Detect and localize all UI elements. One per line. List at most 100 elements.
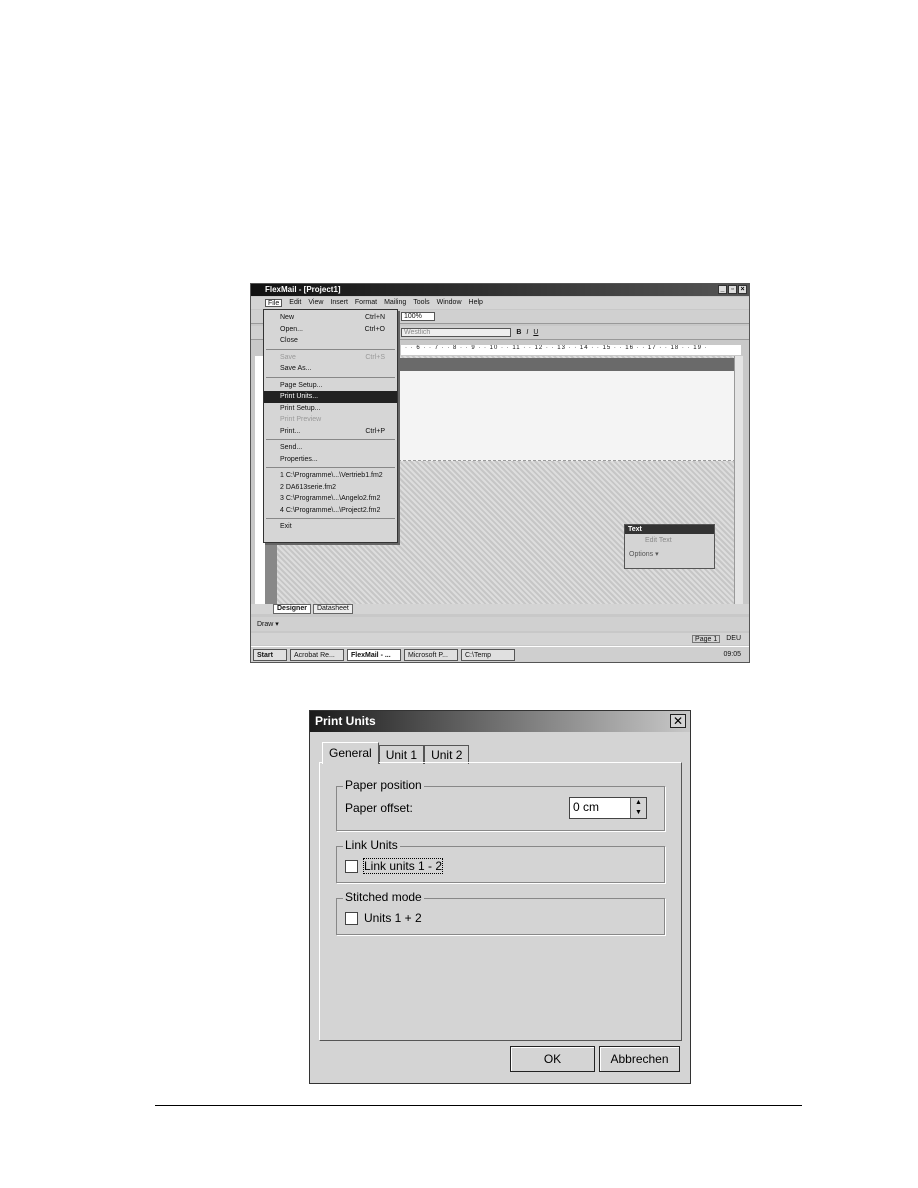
draw-toolbar: Draw ▾ — [251, 617, 749, 631]
minimize-icon[interactable]: _ — [718, 285, 727, 294]
language-indicator: DEU — [726, 635, 741, 642]
cancel-button[interactable]: Abbrechen — [599, 1046, 680, 1072]
link-units-checkbox[interactable]: Link units 1 - 2 — [345, 858, 444, 874]
menu-window[interactable]: Window — [437, 299, 462, 307]
menu-item-shortcut: Ctrl+S — [365, 353, 385, 361]
spin-arrows-icon[interactable]: ▲ ▼ — [630, 798, 646, 818]
group-label: Paper position — [343, 778, 424, 792]
menu-separator — [266, 467, 395, 468]
page-header-bar — [398, 358, 741, 371]
task-powerpoint[interactable]: Microsoft P... — [404, 648, 458, 661]
menu-item-shortcut: Ctrl+P — [365, 427, 385, 435]
menu-mailing[interactable]: Mailing — [384, 299, 406, 307]
file-menu-item[interactable]: New Ctrl+N — [264, 312, 397, 324]
file-menu-item[interactable]: Close — [264, 335, 397, 347]
menu-file[interactable]: File — [265, 299, 283, 307]
file-menu-item[interactable]: 4 C:\Programme\...\Project2.fm2 — [264, 505, 397, 517]
text-toolbar: Text Edit Text Options ▾ — [624, 524, 715, 569]
maximize-icon[interactable]: ▫ — [728, 285, 737, 294]
flexmail-screenshot: FlexMail - [Project1] _ ▫ × File Edit View In… — [250, 283, 750, 663]
task-temp[interactable]: C:\Temp — [461, 648, 515, 661]
task-flexmail[interactable]: FlexMail - ... — [347, 648, 401, 661]
menu-separator — [266, 348, 395, 350]
window-title-bar: FlexMail - [Project1] _ ▫ × — [251, 284, 749, 296]
paper-offset-value[interactable]: 0 cm — [573, 800, 599, 814]
menu-help[interactable]: Help — [469, 299, 483, 307]
edit-text-button[interactable]: Edit Text — [625, 534, 714, 547]
file-menu-item[interactable]: 3 C:\Programme\...\Angelo2.fm2 — [264, 493, 397, 505]
file-menu-item[interactable]: Open... Ctrl+O — [264, 324, 397, 336]
footer-rule — [155, 1105, 802, 1106]
menu-view[interactable]: View — [308, 299, 323, 307]
file-menu-item[interactable]: Properties... — [264, 454, 397, 466]
page-indicator: Page 1 — [692, 635, 721, 643]
menu-item-label: New — [280, 314, 295, 321]
file-menu: New Ctrl+N Open... Ctrl+O Close Save Ctrl+S Sav… — [263, 309, 398, 543]
window-controls: _ ▫ × — [718, 285, 747, 294]
window-title: FlexMail - [Project1] — [265, 285, 341, 294]
menu-bar: File Edit View Insert Format Mailing Tools Wind… — [251, 297, 749, 309]
file-menu-item[interactable]: 1 C:\Programme\...\Vertrieb1.fm2 — [264, 470, 397, 482]
dialog-title: Print Units — [310, 711, 690, 732]
menu-item-label: Print... — [280, 427, 301, 435]
file-menu-item[interactable]: 2 DA613serie.fm2 — [264, 482, 397, 494]
menu-separator — [266, 439, 395, 440]
stitched-mode-group: Stitched mode Units 1 + 2 — [336, 890, 665, 935]
file-menu-item[interactable]: Print Units... — [264, 391, 397, 403]
vertical-scrollbar[interactable] — [734, 356, 743, 604]
menu-item-label: Properties... — [280, 455, 318, 463]
menu-item-label: 4 C:\Programme\...\Project2.fm2 — [280, 506, 381, 514]
ok-button[interactable]: OK — [510, 1046, 595, 1072]
zoom-select[interactable]: 100% — [401, 312, 435, 321]
checkbox-label: Link units 1 - 2 — [362, 858, 444, 874]
file-menu-item[interactable]: Page Setup... — [264, 380, 397, 392]
file-menu-item[interactable]: Save As... — [264, 363, 397, 375]
menu-item-shortcut: Ctrl+O — [364, 325, 385, 333]
menu-tools[interactable]: Tools — [413, 299, 429, 307]
menu-item-label: 3 C:\Programme\...\Angelo2.fm2 — [280, 495, 381, 502]
close-icon[interactable]: ✕ — [670, 714, 686, 728]
menu-item-label: 2 DA613serie.fm2 — [280, 483, 337, 491]
checkbox-icon[interactable] — [345, 860, 358, 874]
stitched-units-checkbox[interactable]: Units 1 + 2 — [345, 911, 422, 926]
paper-position-group: Paper position Paper offset: 0 cm ▲ ▼ — [336, 778, 665, 831]
menu-item-label: Send... — [280, 444, 303, 451]
tab-datasheet[interactable]: Datasheet — [312, 604, 353, 614]
taskbar: Start Acrobat Re... FlexMail - ... Micro… — [251, 646, 749, 662]
print-units-dialog: Print Units ✕ General Unit 1 Unit 2 Pape… — [309, 710, 691, 1084]
file-menu-item[interactable]: Print Preview — [264, 414, 397, 426]
close-icon[interactable]: × — [738, 285, 747, 294]
menu-item-shortcut: Ctrl+N — [364, 314, 385, 321]
sheet-tabs: Designer Datasheet — [251, 604, 749, 614]
file-menu-item[interactable]: Print Setup... — [264, 403, 397, 415]
checkbox-icon[interactable] — [345, 912, 358, 926]
page-area[interactable] — [398, 371, 741, 461]
draw-button[interactable]: Draw ▾ — [257, 621, 279, 628]
menu-format[interactable]: Format — [355, 299, 377, 307]
menu-edit[interactable]: Edit — [289, 299, 301, 307]
paper-offset-label: Paper offset: — [345, 801, 413, 815]
menu-item-label: Exit — [280, 523, 292, 530]
font-select[interactable]: Westlich — [401, 328, 512, 337]
start-button[interactable]: Start — [253, 648, 287, 661]
menu-item-label: Print Units... — [280, 393, 319, 400]
clock: 09:05 — [723, 651, 741, 658]
menu-item-label: 1 C:\Programme\...\Vertrieb1.fm2 — [280, 472, 383, 479]
menu-insert[interactable]: Insert — [330, 299, 348, 307]
menu-item-label: Print Preview — [280, 416, 322, 423]
tab-designer[interactable]: Designer — [273, 604, 311, 614]
dialog-tabs: General Unit 1 Unit 2 — [322, 742, 470, 764]
menu-item-label: Page Setup... — [280, 381, 323, 389]
file-menu-item[interactable]: Exit — [264, 521, 397, 533]
file-menu-item[interactable]: Print... Ctrl+P — [264, 426, 397, 438]
tab-general[interactable]: General — [322, 742, 379, 764]
paper-offset-spinner[interactable]: 0 cm ▲ ▼ — [569, 797, 647, 819]
file-menu-item[interactable]: Send... — [264, 442, 397, 454]
menu-item-label: Open... — [280, 325, 303, 333]
horizontal-ruler: · · 6 · · 7 · · 8 · · 9 · · 10 · · 11 · … — [401, 345, 741, 355]
task-acrobat[interactable]: Acrobat Re... — [290, 648, 344, 661]
file-menu-item[interactable]: Save Ctrl+S — [264, 352, 397, 364]
options-button[interactable]: Options ▾ — [625, 547, 714, 561]
group-label: Link Units — [343, 838, 400, 852]
menu-item-label: Save — [280, 353, 296, 361]
